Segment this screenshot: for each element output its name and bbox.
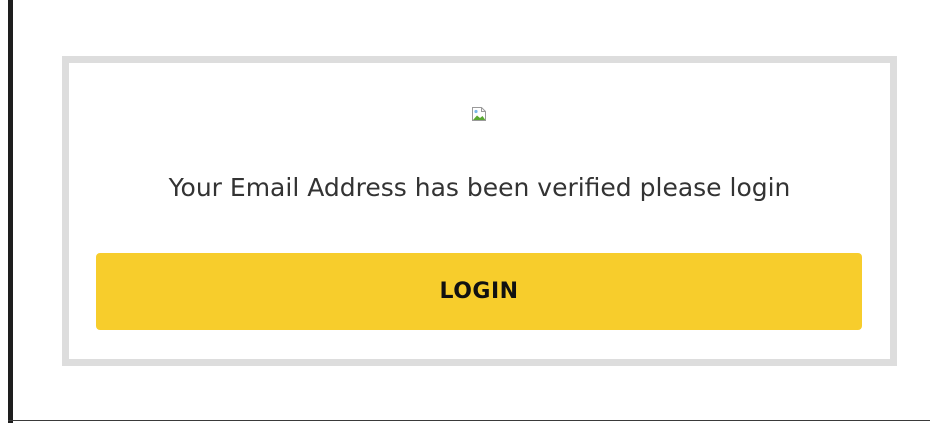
verification-message: Your Email Address has been verified ple… (168, 173, 791, 202)
bottom-rule (8, 420, 930, 421)
broken-image-icon (471, 106, 487, 122)
left-border-bar (8, 0, 13, 423)
login-button[interactable]: LOGIN (96, 253, 862, 330)
verification-card: Your Email Address has been verified ple… (62, 56, 897, 366)
